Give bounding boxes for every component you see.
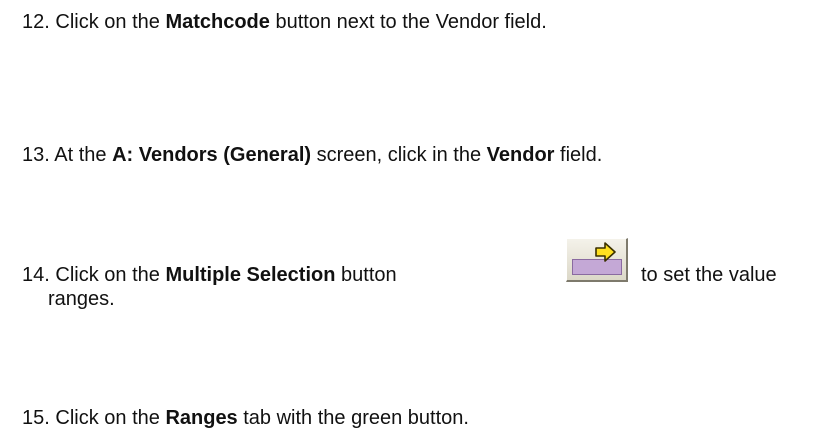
step-text: screen, click in the bbox=[316, 144, 482, 166]
step-keyword: Ranges bbox=[165, 407, 238, 429]
step-text: Click on the bbox=[55, 11, 160, 33]
step-keyword: Matchcode bbox=[165, 11, 270, 33]
step-text: button next to the Vendor field. bbox=[275, 11, 547, 33]
step-14: 14. Click on the Multiple Selection butt… bbox=[22, 263, 397, 287]
step-text: Click on the bbox=[55, 407, 160, 429]
step-number: 12. bbox=[22, 11, 50, 33]
step-keyword: Vendor bbox=[486, 144, 555, 166]
step-text: field. bbox=[560, 144, 603, 166]
step-12: 12. Click on the Matchcode button next t… bbox=[22, 10, 547, 34]
step-text: to set the value bbox=[641, 264, 777, 286]
step-keyword: A: Vendors (General) bbox=[112, 144, 312, 166]
multiple-selection-button[interactable] bbox=[566, 238, 628, 282]
step-text: tab with the green button. bbox=[243, 407, 469, 429]
step-text: ranges. bbox=[48, 288, 115, 310]
step-15: 15. Click on the Ranges tab with the gre… bbox=[22, 406, 469, 430]
step-number: 15. bbox=[22, 407, 50, 429]
multiple-selection-arrow-icon bbox=[595, 242, 616, 262]
step-14-text-after-icon: to set the value bbox=[641, 263, 777, 287]
step-text: Click on the bbox=[55, 264, 160, 286]
step-number: 14. bbox=[22, 264, 50, 286]
step-text: At the bbox=[54, 144, 107, 166]
step-14-continuation: ranges. bbox=[48, 287, 115, 311]
step-keyword: Multiple Selection bbox=[165, 264, 336, 286]
step-13: 13. At the A: Vendors (General) screen, … bbox=[22, 143, 602, 167]
step-text: button bbox=[341, 264, 397, 286]
step-number: 13. bbox=[22, 144, 50, 166]
